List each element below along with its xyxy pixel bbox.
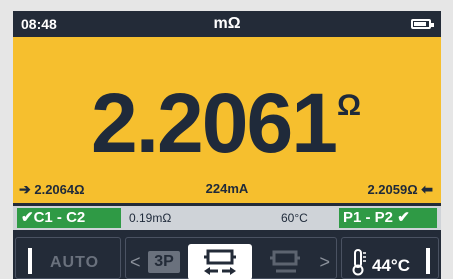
lead-info-bar: ✔C1 - C2 0.19mΩ 60°C P1 - P2 ✔ [13,206,441,230]
auto-button[interactable]: AUTO [15,237,121,279]
reverse-value: 2.2059Ω [367,182,418,197]
ambient-temperature: 44°C [372,256,410,275]
chevron-left-icon[interactable]: < [130,252,141,273]
reading-panel: 2.2061 Ω ➔ 2.2064Ω 224mA 2.2059Ω ⬅ [13,37,441,203]
reverse-reading: 2.2059Ω ⬅ [367,181,433,198]
mode-selector[interactable]: < 3P > [125,237,337,279]
softkey-indicator [28,248,32,274]
battery-level [414,22,426,26]
status-bar: 08:48 mΩ [13,11,441,37]
meter-display: 08:48 mΩ 2.2061 Ω ➔ 2.2064Ω 224mA 2.2059… [13,11,441,279]
measurement-unit-title: mΩ [213,15,241,32]
single-direction-mode-icon[interactable] [266,246,304,278]
main-reading-unit: Ω [337,89,362,122]
three-phase-mode[interactable]: 3P [148,251,180,273]
arrow-left-icon: ⬅ [421,181,433,197]
current-lead-status: ✔C1 - C2 [17,208,121,228]
lead-resistance: 0.19mΩ [129,211,172,225]
lead-temperature: 60°C [281,211,308,225]
bidirectional-mode-icon[interactable] [188,244,252,279]
thermometer-icon [350,248,368,276]
softkey-indicator [426,248,430,274]
auto-label: AUTO [50,254,100,271]
main-reading: 2.2061 [91,76,338,170]
softkey-bar: AUTO < 3P > 44°C [13,233,441,279]
temperature-button[interactable]: 44°C [341,237,439,279]
chevron-right-icon[interactable]: > [319,252,330,273]
potential-lead-status: P1 - P2 ✔ [339,208,437,228]
battery-icon [411,19,434,29]
